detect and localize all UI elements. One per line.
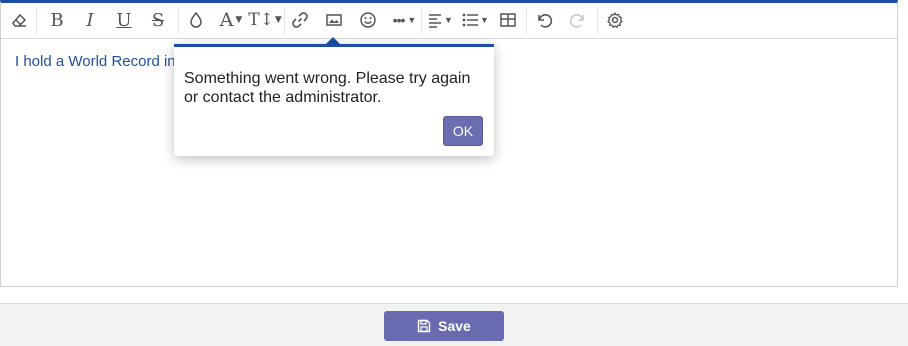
error-message: Something went wrong. Please try again o… <box>184 70 471 106</box>
settings-icon[interactable] <box>604 7 626 33</box>
toolbar-separator <box>284 8 285 34</box>
align-icon[interactable]: ▼ <box>425 7 455 33</box>
toolbar-separator <box>178 8 179 34</box>
save-label: Save <box>438 318 471 334</box>
ok-button[interactable]: OK <box>443 116 483 146</box>
font-size-icon[interactable]: T↕ ▼ <box>248 7 282 33</box>
image-icon[interactable] <box>323 7 345 33</box>
editor-content-text[interactable]: I hold a World Record in <box>15 53 176 70</box>
table-icon[interactable] <box>497 7 519 33</box>
link-icon[interactable] <box>289 7 311 33</box>
bold-icon[interactable]: B <box>46 7 68 33</box>
eraser-icon[interactable] <box>8 7 30 33</box>
strikethrough-icon[interactable]: S <box>147 7 169 33</box>
toolbar-separator <box>36 8 37 34</box>
error-popup: Something went wrong. Please try again o… <box>174 44 494 156</box>
list-icon[interactable]: ▼ <box>459 7 491 33</box>
editor-toolbar: B I U S A ▼ T↕ ▼ ••• ▼ ▼ ▼ <box>1 3 897 39</box>
toolbar-separator <box>597 8 598 34</box>
redo-icon[interactable] <box>567 7 589 33</box>
save-button[interactable]: Save <box>384 311 504 341</box>
save-icon <box>417 319 431 333</box>
toolbar-separator <box>421 8 422 34</box>
more-icon[interactable]: ••• ▼ <box>389 7 419 33</box>
editor-footer: Save <box>0 303 908 346</box>
toolbar-separator <box>526 8 527 34</box>
emoji-icon[interactable] <box>357 7 379 33</box>
color-drop-icon[interactable] <box>185 7 207 33</box>
italic-icon[interactable]: I <box>79 7 101 33</box>
undo-icon[interactable] <box>533 7 555 33</box>
underline-icon[interactable]: U <box>113 7 135 33</box>
font-icon[interactable]: A ▼ <box>215 7 247 33</box>
